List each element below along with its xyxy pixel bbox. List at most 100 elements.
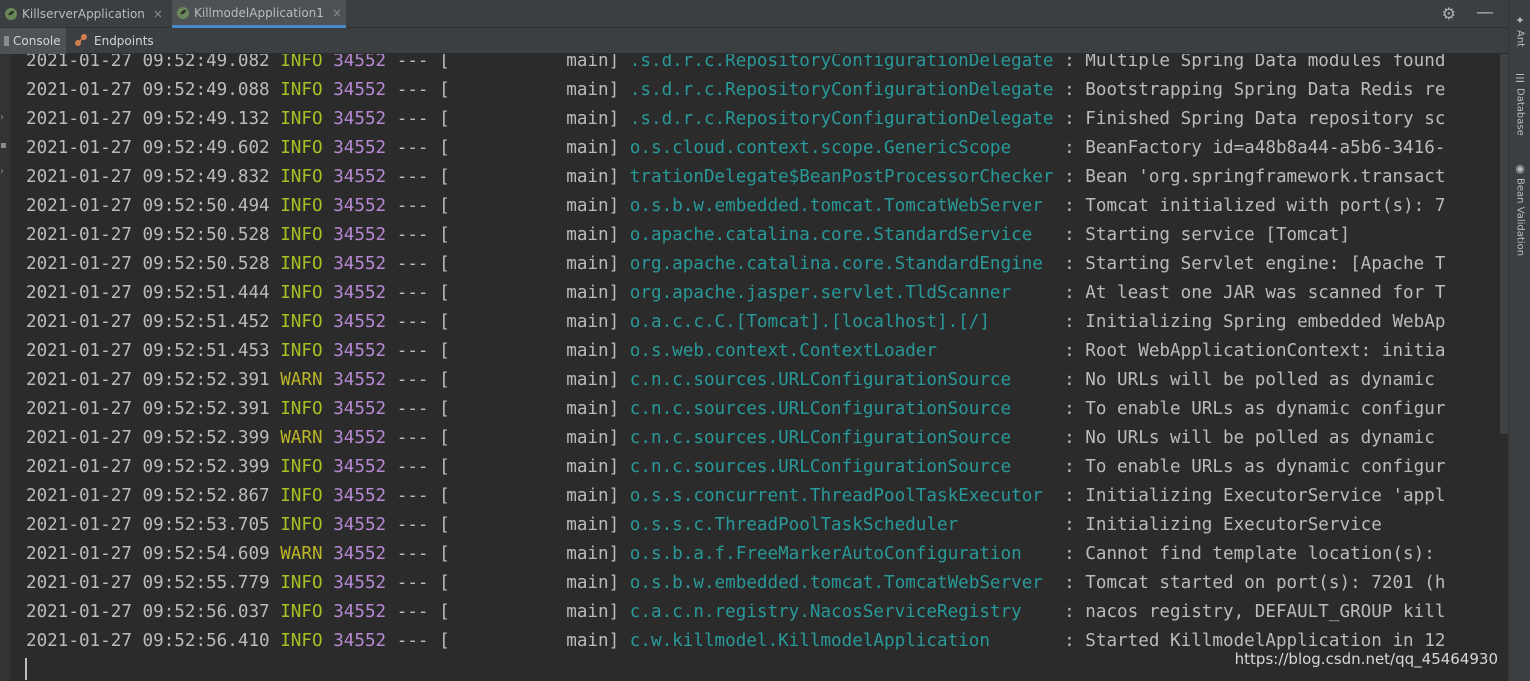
log-thread: [ main] — [439, 54, 620, 71]
log-timestamp: 2021-01-27 09:52:56.410 — [26, 631, 270, 651]
log-pid: 34552 — [333, 109, 387, 129]
log-timestamp: 2021-01-27 09:52:52.867 — [26, 486, 270, 506]
log-logger: o.s.b.w.embedded.tomcat.TomcatWebServer — [629, 196, 1054, 216]
log-pid: 34552 — [333, 54, 387, 71]
log-pid: 34552 — [333, 602, 387, 622]
log-message: : BeanFactory id=a48b8a44-a5b6-3416- — [1064, 138, 1446, 158]
log-pid: 34552 — [333, 399, 387, 419]
log-message: : No URLs will be polled as dynamic — [1064, 370, 1446, 390]
log-timestamp: 2021-01-27 09:52:55.779 — [26, 573, 270, 593]
log-separator: --- — [396, 80, 429, 100]
tab-endpoints[interactable]: Endpoints — [74, 28, 158, 54]
log-logger: org.apache.catalina.core.StandardEngine — [629, 254, 1054, 274]
console-icon — [4, 36, 9, 46]
scrollbar-thumb[interactable] — [1500, 54, 1508, 434]
log-separator: --- — [396, 573, 429, 593]
log-message: : At least one JAR was scanned for T — [1064, 283, 1446, 303]
log-separator: --- — [396, 109, 429, 129]
log-message: : Initializing ExecutorService — [1064, 515, 1382, 535]
run-tab-bar: KillserverApplication × KillmodelApplica… — [0, 0, 1508, 28]
log-level: INFO — [280, 341, 323, 361]
log-message: : Started KillmodelApplication in 12 — [1064, 631, 1446, 651]
log-level: INFO — [280, 167, 323, 187]
log-pid: 34552 — [333, 370, 387, 390]
log-level: INFO — [280, 196, 323, 216]
log-thread: [ main] — [439, 486, 620, 506]
log-message: : Starting service [Tomcat] — [1064, 225, 1351, 245]
tab-killserver-application[interactable]: KillserverApplication × — [0, 0, 164, 28]
log-level: INFO — [280, 573, 323, 593]
log-message: : To enable URLs as dynamic configur — [1064, 399, 1446, 419]
log-thread: [ main] — [439, 341, 620, 361]
vertical-scrollbar[interactable] — [1500, 54, 1508, 681]
tab-killmodel-application1[interactable]: KillmodelApplication1 × — [172, 0, 346, 28]
gutter-marker: ▪ — [0, 140, 7, 151]
log-level: INFO — [280, 138, 323, 158]
log-timestamp: 2021-01-27 09:52:52.399 — [26, 428, 270, 448]
tab-label: Console — [13, 34, 61, 48]
log-separator: --- — [396, 254, 429, 274]
log-thread: [ main] — [439, 573, 620, 593]
log-timestamp: 2021-01-27 09:52:50.528 — [26, 254, 270, 274]
log-message: : Bean 'org.springframework.transact — [1064, 167, 1446, 187]
log-logger: .s.d.r.c.RepositoryConfigurationDelegate — [629, 109, 1054, 129]
log-logger: o.a.c.c.C.[Tomcat].[localhost].[/] — [629, 312, 1054, 332]
log-level: INFO — [280, 283, 323, 303]
log-line: 2021-01-27 09:52:51.452 INFO 34552 --- [… — [26, 308, 1445, 337]
right-tool-strip: ✦ Ant ☰ Database ◉ Bean Validation — [1508, 0, 1530, 681]
database-icon: ☰ — [1515, 72, 1525, 85]
ant-icon: ✦ — [1515, 14, 1525, 27]
log-level: INFO — [280, 515, 323, 535]
tab-console[interactable]: Console — [0, 28, 66, 54]
bean-validation-panel-button[interactable]: ◉ Bean Validation — [1512, 162, 1528, 256]
log-line: 2021-01-27 09:52:56.410 INFO 34552 --- [… — [26, 627, 1445, 656]
log-thread: [ main] — [439, 109, 620, 129]
spring-boot-icon — [176, 6, 190, 20]
log-line: 2021-01-27 09:52:49.602 INFO 34552 --- [… — [26, 134, 1445, 163]
log-thread: [ main] — [439, 312, 620, 332]
log-level: WARN — [280, 544, 323, 564]
log-pid: 34552 — [333, 341, 387, 361]
log-line: 2021-01-27 09:52:56.037 INFO 34552 --- [… — [26, 598, 1445, 627]
gutter-marker: › — [0, 112, 4, 123]
text-caret — [25, 658, 27, 680]
tab-label: Endpoints — [94, 34, 154, 48]
log-thread: [ main] — [439, 80, 620, 100]
log-timestamp: 2021-01-27 09:52:52.391 — [26, 370, 270, 390]
log-level: INFO — [280, 631, 323, 651]
log-thread: [ main] — [439, 602, 620, 622]
log-level: INFO — [280, 80, 323, 100]
log-logger: o.s.b.w.embedded.tomcat.TomcatWebServer — [629, 573, 1054, 593]
log-level: INFO — [280, 254, 323, 274]
log-message: : Tomcat started on port(s): 7201 (h — [1064, 573, 1446, 593]
log-logger: o.s.web.context.ContextLoader — [629, 341, 1054, 361]
log-message: : Cannot find template location(s): — [1064, 544, 1446, 564]
close-icon[interactable]: × — [153, 7, 163, 21]
tab-label: KillserverApplication — [22, 7, 145, 21]
log-logger: c.n.c.sources.URLConfigurationSource — [629, 457, 1054, 477]
log-line: 2021-01-27 09:52:55.779 INFO 34552 --- [… — [26, 569, 1445, 598]
spring-boot-icon — [4, 7, 18, 21]
ant-panel-button[interactable]: ✦ Ant — [1512, 14, 1528, 47]
log-thread: [ main] — [439, 370, 620, 390]
log-logger: c.a.c.n.registry.NacosServiceRegistry — [629, 602, 1054, 622]
log-thread: [ main] — [439, 225, 620, 245]
console-output[interactable]: 2021-01-27 09:52:49.082 INFO 34552 --- [… — [10, 54, 1508, 681]
log-line: 2021-01-27 09:52:49.082 INFO 34552 --- [… — [26, 54, 1445, 76]
log-thread: [ main] — [439, 399, 620, 419]
log-timestamp: 2021-01-27 09:52:51.452 — [26, 312, 270, 332]
log-pid: 34552 — [333, 544, 387, 564]
log-separator: --- — [396, 196, 429, 216]
gear-icon[interactable]: ⚙ — [1442, 4, 1456, 23]
close-icon[interactable]: × — [332, 6, 342, 20]
log-separator: --- — [396, 428, 429, 448]
log-pid: 34552 — [333, 631, 387, 651]
log-separator: --- — [396, 602, 429, 622]
minimize-icon[interactable]: — — [1476, 2, 1494, 23]
log-thread: [ main] — [439, 254, 620, 274]
log-level: INFO — [280, 109, 323, 129]
database-panel-button[interactable]: ☰ Database — [1512, 72, 1528, 136]
log-thread: [ main] — [439, 283, 620, 303]
log-line: 2021-01-27 09:52:50.528 INFO 34552 --- [… — [26, 250, 1445, 279]
log-timestamp: 2021-01-27 09:52:49.088 — [26, 80, 270, 100]
